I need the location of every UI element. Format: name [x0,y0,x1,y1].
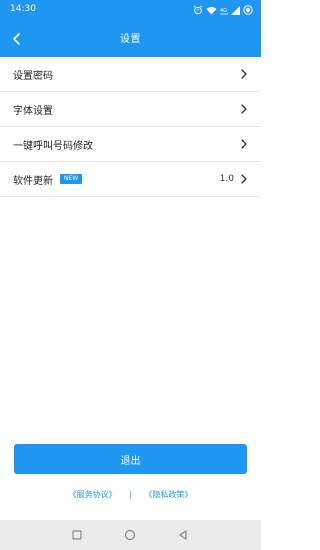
logout-button[interactable]: 退出 [14,444,247,474]
alarm-icon [193,5,203,15]
square-icon[interactable] [70,528,84,542]
privacy-policy-link[interactable]: 《隐私政策》 [144,489,192,500]
battery-icon [243,5,253,15]
signal-icon [231,5,240,15]
settings-item-label: 软件更新 [13,175,53,187]
svg-text:4G: 4G [220,8,227,14]
settings-item-password[interactable]: 设置密码 [0,57,261,92]
status-time: 14:30 [10,4,36,14]
triangle-back-icon[interactable] [176,528,190,542]
settings-item-label: 一键呼叫号码修改 [13,140,93,152]
settings-item-label: 设置密码 [13,70,53,82]
settings-item-software-update[interactable]: 软件更新 NEW 1.0 [0,162,261,197]
wifi-icon [206,6,217,15]
service-agreement-link[interactable]: 《服务协议》 [69,489,117,500]
new-badge: NEW [60,174,83,184]
circle-icon[interactable] [123,528,137,542]
chevron-right-icon [241,139,247,149]
settings-list: 设置密码 字体设置 一键呼叫号码修改 软件更新 NEW 1.0 [0,57,261,197]
system-navigation-bar [0,520,261,550]
chevron-right-icon [241,69,247,79]
status-icons: 4G [193,4,253,16]
links-separator: | [129,490,132,499]
settings-item-label: 字体设置 [13,105,53,117]
signal-4g-icon: 4G [220,6,228,15]
status-bar: 14:30 4G [0,0,261,20]
settings-item-emergency-call[interactable]: 一键呼叫号码修改 [0,127,261,162]
legal-links: 《服务协议》 | 《隐私政策》 [0,489,261,500]
top-navbar: 设置 [0,20,261,57]
app-root: 14:30 4G 设置 设置密码 字体设置 一键呼叫号码修改 软件更新 NEW … [0,0,261,550]
version-value: 1.0 [219,174,234,184]
chevron-right-icon [241,174,247,184]
settings-item-font[interactable]: 字体设置 [0,92,261,127]
page-title: 设置 [120,34,141,45]
chevron-right-icon [241,104,247,114]
